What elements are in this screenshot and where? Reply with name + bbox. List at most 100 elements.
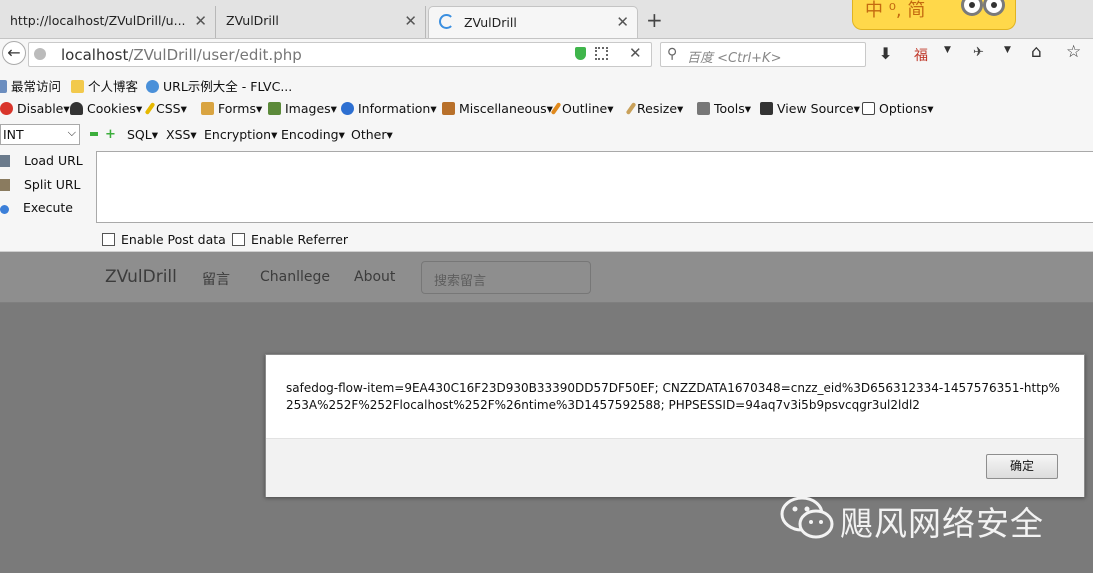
ime-status-text: 中 ⁰, 简: [865, 0, 926, 21]
stop-icon[interactable]: ✕: [629, 44, 642, 62]
tab-close-icon[interactable]: ✕: [616, 13, 629, 31]
dropdown-arrow-icon[interactable]: ▼: [1004, 45, 1011, 55]
tab-localhost-url[interactable]: http://localhost/ZVulDrill/u... ✕: [0, 6, 216, 38]
bookmark-icon: [0, 80, 7, 93]
tab-close-icon[interactable]: ✕: [194, 12, 207, 30]
minus-icon[interactable]: [90, 132, 98, 136]
menu-view-source[interactable]: View Source▾: [760, 101, 860, 116]
execute-label: Execute: [23, 200, 73, 215]
bookmark-label: 个人博客: [88, 79, 139, 94]
site-info-globe-icon[interactable]: [34, 48, 46, 60]
folder-icon: [71, 80, 84, 93]
hackbar-panel: INT ⌵ + SQL▾ XSS▾ Encryption▾ Encoding▾ …: [0, 121, 1093, 252]
menu-label: Outline▾: [562, 101, 614, 116]
tools-wrench-icon: [697, 102, 710, 115]
menu-resize[interactable]: Resize▾: [625, 101, 683, 116]
site-brand[interactable]: ZVulDrill: [105, 267, 177, 287]
images-icon: [268, 102, 281, 115]
search-placeholder: 百度 <Ctrl+K>: [687, 51, 782, 66]
disable-icon: [0, 102, 13, 115]
cookies-icon: [70, 102, 83, 115]
menu-label: Miscellaneous▾: [459, 101, 553, 116]
url-text[interactable]: localhost/ZVulDrill/user/edit.php: [61, 46, 302, 64]
dropdown-arrow-icon[interactable]: ▼: [944, 45, 951, 55]
menu-label: View Source▾: [777, 101, 860, 116]
fortune-addon-icon[interactable]: 福: [914, 45, 928, 65]
split-url-label: Split URL: [24, 177, 81, 192]
resize-ruler-icon: [625, 102, 637, 115]
split-url-button[interactable]: Split URL: [0, 177, 81, 192]
url-path: /ZVulDrill/user/edit.php: [128, 46, 302, 64]
menu-css[interactable]: CSS▾: [144, 101, 187, 116]
chevron-down-icon: ⌵: [67, 126, 76, 139]
execute-button[interactable]: Execute: [0, 200, 73, 215]
forms-icon: [201, 102, 214, 115]
miscellaneous-icon: [442, 102, 455, 115]
menu-label: Images▾: [285, 101, 337, 116]
nav-link-messages[interactable]: 留言: [202, 269, 230, 289]
checkbox-box[interactable]: [232, 233, 245, 246]
menu-options[interactable]: Options▾: [862, 101, 934, 116]
menu-xss[interactable]: XSS▾: [166, 127, 197, 142]
menu-encryption[interactable]: Encryption▾: [204, 127, 277, 142]
loading-spinner-icon: [439, 14, 454, 29]
bookmark-label: URL示例大全 - FLVC...: [163, 79, 293, 94]
url-bar[interactable]: localhost/ZVulDrill/user/edit.php ✕: [28, 42, 652, 67]
navigation-bar: ← localhost/ZVulDrill/user/edit.php ✕ ⚲ …: [0, 39, 1093, 71]
load-url-label: Load URL: [24, 153, 83, 168]
tab-zvuldrill[interactable]: ZVulDrill ✕: [216, 6, 426, 38]
menu-label: Tools▾: [714, 101, 752, 116]
menu-label: Forms▾: [218, 101, 263, 116]
search-icon: ⚲: [667, 46, 678, 62]
bookmarks-toolbar: 最常访问 个人博客 URL示例大全 - FLVC...: [0, 71, 1093, 97]
firebug-icon[interactable]: ✈: [973, 45, 984, 60]
checkbox-label: Enable Post data: [121, 232, 226, 247]
menu-miscellaneous[interactable]: Miscellaneous▾: [442, 101, 553, 116]
menu-label: CSS▾: [156, 101, 187, 116]
load-url-button[interactable]: Load URL: [0, 153, 83, 168]
nav-link-about[interactable]: About: [354, 269, 395, 285]
new-tab-icon[interactable]: +: [646, 8, 663, 32]
plus-icon[interactable]: +: [105, 127, 116, 142]
menu-disable[interactable]: Disable▾: [0, 101, 70, 116]
checkbox-box[interactable]: [102, 233, 115, 246]
url-host: localhost: [61, 46, 129, 64]
menu-forms[interactable]: Forms▾: [201, 101, 262, 116]
tab-label: http://localhost/ZVulDrill/u...: [10, 13, 186, 28]
enable-referrer-checkbox[interactable]: Enable Referrer: [232, 232, 348, 247]
menu-images[interactable]: Images▾: [268, 101, 337, 116]
home-icon[interactable]: ⌂: [1031, 42, 1042, 62]
bookmark-url-examples[interactable]: URL示例大全 - FLVC...: [146, 76, 292, 95]
alert-dialog: safedog-flow-item=9EA430C16F23D930B33390…: [265, 354, 1085, 497]
menu-information[interactable]: Information▾: [341, 101, 437, 116]
search-box[interactable]: ⚲ 百度 <Ctrl+K>: [660, 42, 866, 67]
menu-encoding[interactable]: Encoding▾: [281, 127, 345, 142]
bookmark-personal-blog[interactable]: 个人博客: [71, 76, 138, 95]
hackbar-url-textarea[interactable]: [96, 151, 1093, 223]
download-arrow-icon[interactable]: ⬇: [879, 44, 892, 63]
checkbox-label: Enable Referrer: [251, 232, 349, 247]
ok-button[interactable]: 确定: [986, 454, 1058, 479]
menu-sql[interactable]: SQL▾: [127, 127, 158, 142]
tab-close-icon[interactable]: ✕: [404, 12, 417, 30]
encoding-type-select[interactable]: INT ⌵: [0, 124, 80, 145]
back-arrow-icon[interactable]: ←: [2, 41, 26, 65]
alert-message: safedog-flow-item=9EA430C16F23D930B33390…: [286, 381, 1060, 412]
watermark-text: 飓风网络安全: [840, 504, 1044, 543]
nav-link-challenge[interactable]: Chanllege: [260, 269, 330, 285]
enable-post-checkbox[interactable]: Enable Post data: [102, 232, 226, 247]
qr-code-icon[interactable]: [595, 47, 608, 60]
menu-other[interactable]: Other▾: [351, 127, 393, 142]
tab-zvuldrill-active[interactable]: ZVulDrill ✕: [428, 6, 638, 38]
web-developer-toolbar: Disable▾ Cookies▾ CSS▾ Forms▾ Images▾ In…: [0, 97, 1093, 121]
message-search-input[interactable]: 搜索留言: [421, 261, 591, 294]
menu-label: Cookies▾: [87, 101, 143, 116]
menu-tools[interactable]: Tools▾: [697, 101, 751, 116]
bookmark-most-visited[interactable]: 最常访问: [0, 76, 61, 95]
menu-cookies[interactable]: Cookies▾: [70, 101, 142, 116]
wechat-logo-icon: [780, 496, 834, 539]
bookmark-star-icon[interactable]: ☆: [1066, 42, 1081, 62]
ime-status-widget[interactable]: 中 ⁰, 简: [852, 0, 1016, 30]
menu-outline[interactable]: Outline▾: [550, 101, 614, 116]
shield-check-icon[interactable]: [575, 47, 586, 60]
